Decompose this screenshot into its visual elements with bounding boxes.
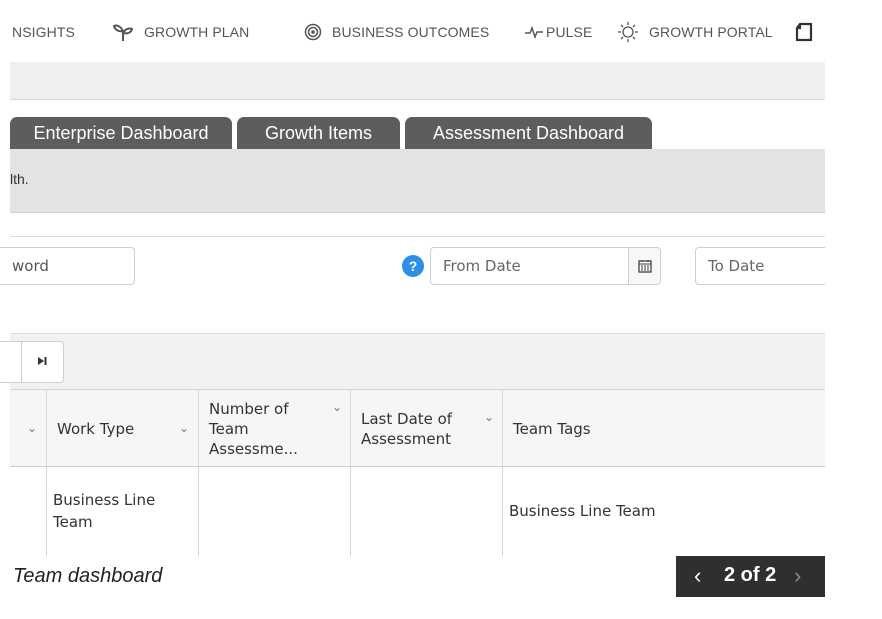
column-label: Work Type	[57, 419, 135, 438]
pager-prev-button[interactable]	[0, 341, 22, 383]
document-icon[interactable]	[795, 20, 813, 44]
app-viewport: NSIGHTS GROWTH PLAN BUSINESS OUTCOMES PU…	[0, 0, 825, 556]
column-header-work-type[interactable]: Work Type ⌄	[46, 390, 198, 467]
tab-label: Assessment Dashboard	[432, 122, 625, 143]
info-text: lth.	[10, 171, 29, 187]
to-date-placeholder: To Date	[708, 257, 765, 275]
column-header-number-of-team-assessments[interactable]: Number of Team Assessme... ⌄	[198, 390, 350, 467]
column-label: Last Date of Assessment	[361, 409, 453, 448]
cell-text: Business Line Team	[509, 502, 656, 520]
table-cell	[10, 467, 46, 556]
nav-item-growth-plan[interactable]: GROWTH PLAN	[112, 20, 249, 44]
table-pager-strip	[0, 333, 825, 390]
bulb-icon	[617, 21, 639, 43]
cell-text: Business Line Team	[53, 491, 156, 531]
calendar-icon[interactable]	[628, 247, 661, 285]
column-header-last-date-of-assessment[interactable]: Last Date of Assessment ⌄	[350, 390, 502, 467]
table-body: Business Line Team Business Line Team	[10, 467, 825, 556]
chevron-down-icon: ⌄	[332, 400, 343, 414]
keyword-value: word	[12, 257, 49, 275]
help-icon[interactable]: ?	[402, 255, 424, 277]
table-cell-number-of-assessments	[198, 467, 350, 556]
tab-label: Enterprise Dashboard	[33, 122, 209, 143]
chevron-down-icon: ⌄	[27, 421, 38, 435]
slide-caption: Team dashboard	[13, 565, 163, 587]
keyword-input[interactable]: word	[0, 247, 135, 285]
chevron-down-icon: ⌄	[484, 410, 495, 424]
nav-item-label: BUSINESS OUTCOMES	[332, 24, 490, 40]
column-label: Number of Team Assessme...	[209, 399, 298, 458]
column-header-previous[interactable]: ⌄	[10, 390, 46, 467]
info-band: lth.	[10, 149, 825, 213]
to-date-input[interactable]: To Date	[695, 247, 825, 285]
tab-enterprise-dashboard[interactable]: Enterprise Dashboard	[10, 117, 232, 149]
nav-item-label: NSIGHTS	[12, 24, 75, 40]
nav-item-label: GROWTH PLAN	[144, 24, 250, 40]
table-cell-work-type: Business Line Team	[46, 467, 198, 556]
nav-item-business-outcomes[interactable]: BUSINESS OUTCOMES	[304, 20, 489, 44]
pulse-icon	[524, 24, 544, 40]
help-label: ?	[408, 258, 418, 274]
slide-counter: 2 of 2	[724, 564, 777, 586]
chevron-down-icon: ⌄	[179, 421, 190, 435]
sprout-icon	[112, 22, 134, 42]
column-label: Team Tags	[513, 419, 591, 438]
header-band	[10, 62, 825, 100]
nav-item-growth-portal[interactable]: GROWTH PORTAL	[617, 20, 773, 44]
nav-item-pulse[interactable]: PULSE	[524, 20, 592, 44]
tab-assessment-dashboard[interactable]: Assessment Dashboard	[405, 117, 652, 149]
table-cell-team-tags: Business Line Team	[502, 467, 825, 556]
nav-item-insights[interactable]: NSIGHTS	[12, 20, 75, 44]
table-cell-last-date	[350, 467, 502, 556]
tab-growth-items[interactable]: Growth Items	[237, 117, 400, 149]
pager-last-button[interactable]	[21, 341, 64, 383]
from-date-placeholder: From Date	[443, 257, 521, 275]
next-slide-button[interactable]: ›	[794, 563, 801, 589]
prev-slide-button[interactable]: ‹	[694, 563, 701, 589]
table-header: ⌄ Work Type ⌄ Number of Team Assessme...…	[10, 390, 825, 467]
nav-item-label: GROWTH PORTAL	[649, 24, 773, 40]
tab-label: Growth Items	[264, 122, 373, 143]
divider	[10, 236, 825, 237]
last-page-icon	[38, 356, 47, 368]
nav-item-label: PULSE	[546, 24, 593, 40]
from-date-input[interactable]: From Date	[430, 247, 629, 285]
column-header-team-tags[interactable]: Team Tags	[502, 390, 825, 467]
target-icon	[304, 23, 322, 41]
slide-pager: ‹ 2 of 2 ›	[676, 556, 825, 597]
top-navigation: NSIGHTS GROWTH PLAN BUSINESS OUTCOMES PU…	[0, 0, 825, 62]
